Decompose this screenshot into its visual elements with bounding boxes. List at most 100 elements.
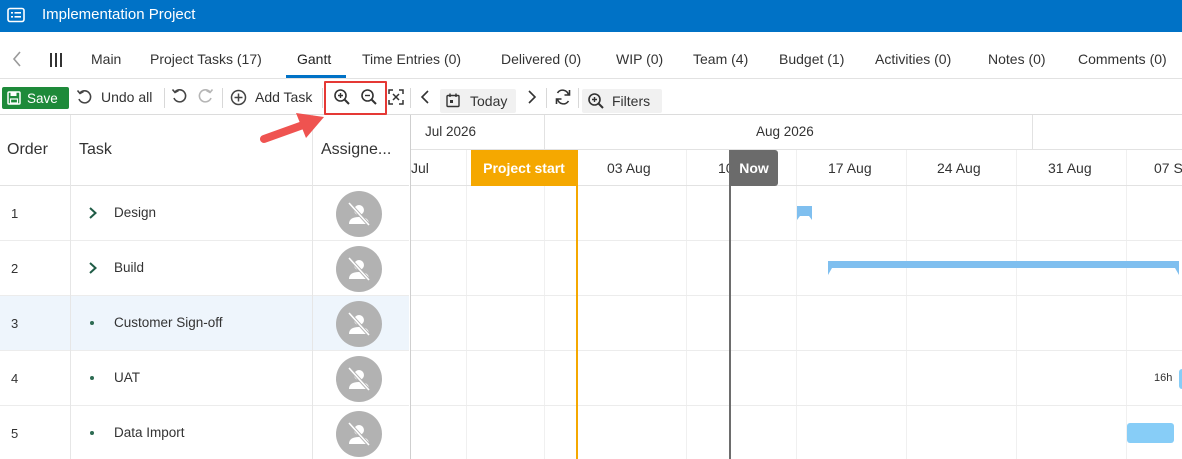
save-button[interactable]: Save: [2, 87, 69, 109]
add-task-label: Add Task: [255, 89, 313, 105]
task-name: UAT: [114, 370, 140, 385]
week-label: 24 Aug: [937, 160, 981, 176]
now-marker[interactable]: Now: [730, 150, 778, 186]
tab-wip[interactable]: WIP (0): [616, 51, 663, 67]
save-icon: [7, 91, 21, 105]
task-name: Data Import: [114, 425, 185, 440]
record-icon: [7, 7, 25, 23]
month-divider: [1032, 115, 1033, 150]
month-divider: [544, 115, 545, 150]
task-grid: Order Task Assigne... 1 Design 2 Build 3…: [0, 115, 409, 459]
chevron-right-icon[interactable]: [526, 89, 538, 105]
row-divider: [411, 240, 1182, 241]
bullet-icon: [90, 321, 94, 325]
row-divider: [411, 295, 1182, 296]
table-row[interactable]: 1 Design: [0, 186, 409, 241]
no-user-icon: [347, 311, 371, 337]
design-summary-bar[interactable]: [797, 206, 813, 220]
no-user-icon: [347, 256, 371, 282]
plus-circle-icon: [230, 89, 247, 105]
toolbar-divider: [546, 88, 547, 108]
row-order: 1: [11, 206, 19, 221]
column-header-assignee[interactable]: Assigne...: [321, 115, 409, 186]
redo-icon[interactable]: [197, 88, 214, 105]
month-header: Jul 2026 Aug 2026: [411, 115, 1182, 150]
grid-line: [544, 150, 545, 459]
row-order: 5: [11, 426, 19, 441]
week-label: 07 S: [1154, 160, 1182, 176]
month-label: Jul 2026: [425, 124, 477, 139]
tab-activities[interactable]: Activities (0): [875, 51, 951, 67]
tab-project-tasks[interactable]: Project Tasks (17): [150, 51, 262, 67]
grid-line: [1016, 150, 1017, 459]
uat-duration-label: 16h: [1154, 372, 1173, 384]
task-name: Build: [114, 260, 145, 275]
zoom-highlight-box: [324, 81, 387, 115]
now-line: [729, 150, 731, 459]
unassigned-avatar[interactable]: [336, 191, 382, 237]
table-row[interactable]: 4 UAT: [0, 351, 409, 406]
tab-time-entries[interactable]: Time Entries (0): [362, 51, 461, 67]
today-label: Today: [470, 93, 508, 109]
bullet-icon: [90, 376, 94, 380]
tab-bar: Main Project Tasks (17) Gantt Time Entri…: [0, 32, 1182, 79]
gantt-toolbar: Save Undo all Add Task Today Filters: [0, 79, 1182, 115]
row-order: 4: [11, 371, 19, 386]
undo-all-button[interactable]: Undo all: [76, 79, 152, 115]
row-order: 2: [11, 261, 19, 276]
month-label: Aug 2026: [756, 124, 814, 139]
week-label: 31 Aug: [1048, 160, 1092, 176]
week-label: Jul: [411, 160, 429, 176]
toolbar-divider: [164, 88, 165, 108]
build-summary-bar[interactable]: [828, 261, 1180, 275]
gantt-chart: Jul 2026 Aug 2026 Jul 03 Aug 10 17 Aug 2…: [410, 115, 1182, 459]
toolbar-divider: [322, 88, 323, 108]
row-order: 3: [11, 316, 19, 331]
chevron-right-icon[interactable]: [87, 206, 99, 220]
column-header-order[interactable]: Order: [7, 115, 70, 186]
data-import-task-bar[interactable]: [1127, 423, 1174, 443]
tab-team[interactable]: Team (4): [693, 51, 748, 67]
chevron-left-icon[interactable]: [419, 89, 431, 105]
toolbar-divider: [222, 88, 223, 108]
undo-icon[interactable]: [171, 88, 188, 105]
grid-line: [466, 150, 467, 459]
chevron-left-icon[interactable]: [10, 50, 24, 68]
unassigned-avatar[interactable]: [336, 301, 382, 347]
grid-line: [796, 150, 797, 459]
table-row[interactable]: 3 Customer Sign-off: [0, 296, 409, 351]
today-button[interactable]: Today: [440, 89, 516, 113]
project-start-line: [576, 150, 578, 459]
table-row[interactable]: 5 Data Import: [0, 406, 409, 459]
undo-icon: [76, 89, 92, 104]
week-label: 03 Aug: [607, 160, 651, 176]
columns-icon[interactable]: [48, 52, 64, 68]
no-user-icon: [347, 201, 371, 227]
grid-line: [1126, 150, 1127, 459]
search-icon: [588, 93, 604, 109]
tab-main[interactable]: Main: [91, 51, 121, 67]
task-name: Customer Sign-off: [114, 315, 223, 330]
task-name: Design: [114, 205, 157, 220]
table-row[interactable]: 2 Build: [0, 241, 409, 296]
tab-delivered[interactable]: Delivered (0): [501, 51, 581, 67]
filters-button[interactable]: Filters: [582, 89, 662, 113]
save-label: Save: [27, 90, 58, 106]
active-tab-indicator: [286, 75, 346, 78]
tab-gantt[interactable]: Gantt: [297, 51, 331, 67]
window-title: Implementation Project: [42, 6, 196, 23]
chevron-right-icon[interactable]: [87, 261, 99, 275]
unassigned-avatar[interactable]: [336, 246, 382, 292]
unassigned-avatar[interactable]: [336, 356, 382, 402]
calendar-icon: [446, 93, 460, 108]
zoom-to-fit-icon[interactable]: [388, 89, 404, 105]
project-start-marker[interactable]: Project start: [471, 150, 577, 186]
unassigned-avatar[interactable]: [336, 411, 382, 457]
tab-comments[interactable]: Comments (0): [1078, 51, 1167, 67]
tab-budget[interactable]: Budget (1): [779, 51, 844, 67]
arrow-icon: [260, 113, 324, 143]
toolbar-divider: [578, 88, 579, 108]
row-divider: [411, 405, 1182, 406]
tab-notes[interactable]: Notes (0): [988, 51, 1046, 67]
refresh-icon[interactable]: [554, 88, 572, 106]
